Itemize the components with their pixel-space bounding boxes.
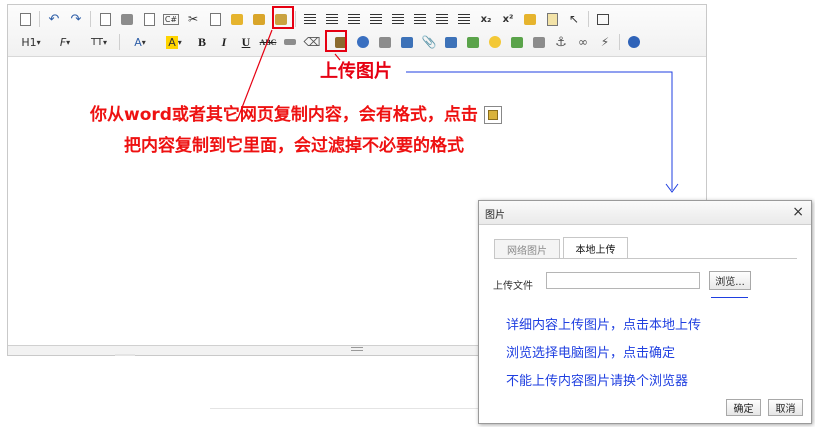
cut-icon[interactable]: ✂ bbox=[182, 9, 204, 29]
eraser-icon[interactable]: ⌫ bbox=[301, 32, 323, 52]
paste-annotation-line-2: 把内容复制到它里面，会过滤掉不必要的格式 bbox=[124, 136, 464, 156]
upload-file-label: 上传文件 bbox=[493, 281, 533, 292]
tab-divider bbox=[494, 258, 797, 259]
source-icon[interactable] bbox=[14, 9, 36, 29]
help-icon[interactable] bbox=[623, 32, 645, 52]
fullscreen-icon[interactable] bbox=[592, 9, 614, 29]
dialog-instruction-2: 浏览选择电脑图片，点击确定 bbox=[506, 346, 676, 361]
font-size-label: TT bbox=[90, 36, 104, 48]
superscript-icon[interactable]: x² bbox=[497, 9, 519, 29]
clear-format-icon[interactable] bbox=[519, 9, 541, 29]
upload-image-annotation: 上传图片 bbox=[320, 61, 392, 82]
pointer-icon[interactable]: ↖ bbox=[563, 9, 585, 29]
anchor-icon[interactable]: ⚓ bbox=[550, 32, 572, 52]
highlight-button[interactable]: A ▾ bbox=[157, 32, 191, 52]
copy-icon[interactable] bbox=[204, 9, 226, 29]
format-painter-icon[interactable] bbox=[279, 32, 301, 52]
browse-button[interactable]: 浏览... bbox=[709, 271, 751, 290]
paste-icon[interactable] bbox=[226, 9, 248, 29]
toolbar-divider bbox=[90, 11, 91, 27]
template-icon[interactable] bbox=[138, 9, 160, 29]
italic-button[interactable]: I bbox=[213, 32, 235, 52]
heading-label: H1 bbox=[21, 35, 37, 49]
print-icon[interactable] bbox=[116, 9, 138, 29]
indent-icon[interactable] bbox=[431, 9, 453, 29]
paste-plain-icon[interactable] bbox=[248, 9, 270, 29]
undo-icon[interactable]: ↶ bbox=[43, 9, 65, 29]
attachment-icon[interactable]: 📎 bbox=[418, 32, 440, 52]
preview-icon[interactable] bbox=[94, 9, 116, 29]
paste-annotation-line-1: 你从word或者其它网页复制内容，会有格式，点击 bbox=[90, 100, 502, 125]
toolbar-divider bbox=[619, 34, 620, 50]
editor-toolbar: ↶ ↷ C# ✂ x₂ x² ↖ H1 ▾ F ▾ TT ▾ A ▾ A ▾ B… bbox=[8, 5, 706, 57]
ordered-list-icon[interactable] bbox=[387, 9, 409, 29]
insert-image-highlight-box bbox=[325, 30, 347, 52]
resize-grip-icon[interactable] bbox=[351, 347, 363, 353]
paste-word-icon bbox=[483, 106, 502, 124]
image-dialog: 图片 × 网络图片 本地上传 上传文件 浏览... 确定 取消 bbox=[478, 200, 812, 424]
table-icon[interactable] bbox=[440, 32, 462, 52]
heading-dropdown[interactable]: H1 ▾ bbox=[14, 32, 48, 52]
emoticon-icon[interactable] bbox=[484, 32, 506, 52]
page-break-icon[interactable] bbox=[528, 32, 550, 52]
dialog-title: 图片 bbox=[485, 210, 505, 221]
ok-button[interactable]: 确定 bbox=[726, 399, 761, 416]
divider bbox=[115, 354, 135, 356]
gallery-icon[interactable] bbox=[506, 32, 528, 52]
align-left-icon[interactable] bbox=[299, 9, 321, 29]
align-right-icon[interactable] bbox=[343, 9, 365, 29]
tab-network-image[interactable]: 网络图片 bbox=[494, 239, 560, 258]
font-family-dropdown[interactable]: F ▾ bbox=[48, 32, 82, 52]
toolbar-divider bbox=[119, 34, 120, 50]
highlight-label: A bbox=[166, 35, 178, 49]
insert-media-icon[interactable] bbox=[396, 32, 418, 52]
unlink-icon[interactable]: ⚡ bbox=[594, 32, 616, 52]
font-color-label: A bbox=[134, 35, 142, 49]
select-all-icon[interactable] bbox=[541, 9, 563, 29]
link-icon[interactable]: ∞ bbox=[572, 32, 594, 52]
unordered-list-icon[interactable] bbox=[409, 9, 431, 29]
font-size-dropdown[interactable]: TT ▾ bbox=[82, 32, 116, 52]
toolbar-row-1: ↶ ↷ C# ✂ x₂ x² ↖ bbox=[14, 8, 614, 30]
divider bbox=[210, 408, 480, 409]
redo-icon[interactable]: ↷ bbox=[65, 9, 87, 29]
toolbar-divider bbox=[295, 11, 296, 27]
subscript-icon[interactable]: x₂ bbox=[475, 9, 497, 29]
underline-button[interactable]: U bbox=[235, 32, 257, 52]
dialog-instruction-3: 不能上传内容图片请换个浏览器 bbox=[506, 374, 689, 389]
dialog-header: 图片 × bbox=[479, 201, 811, 225]
bold-button[interactable]: B bbox=[191, 32, 213, 52]
align-center-icon[interactable] bbox=[321, 9, 343, 29]
font-color-button[interactable]: A ▾ bbox=[123, 32, 157, 52]
browse-underline bbox=[711, 297, 748, 298]
tab-local-upload[interactable]: 本地上传 bbox=[563, 237, 628, 258]
cancel-button[interactable]: 取消 bbox=[768, 399, 803, 416]
insert-flash-icon[interactable] bbox=[352, 32, 374, 52]
close-icon[interactable]: × bbox=[792, 204, 804, 220]
toolbar-divider bbox=[39, 11, 40, 27]
screenshot-stage: ↶ ↷ C# ✂ x₂ x² ↖ H1 ▾ F ▾ TT ▾ A ▾ A ▾ B… bbox=[0, 0, 815, 427]
strikethrough-button[interactable]: ABC bbox=[257, 32, 279, 52]
insert-video-icon[interactable] bbox=[374, 32, 396, 52]
outdent-icon[interactable] bbox=[453, 9, 475, 29]
dialog-tabs: 网络图片 本地上传 bbox=[494, 237, 631, 259]
code-icon[interactable]: C# bbox=[160, 9, 182, 29]
align-justify-icon[interactable] bbox=[365, 9, 387, 29]
insert-row-icon[interactable] bbox=[462, 32, 484, 52]
file-path-input[interactable] bbox=[546, 272, 700, 289]
paste-word-highlight-box bbox=[272, 6, 294, 29]
dialog-instruction-1: 详细内容上传图片，点击本地上传 bbox=[506, 318, 702, 333]
toolbar-divider bbox=[588, 11, 589, 27]
paste-annotation-text-1: 你从word或者其它网页复制内容，会有格式，点击 bbox=[90, 105, 478, 125]
